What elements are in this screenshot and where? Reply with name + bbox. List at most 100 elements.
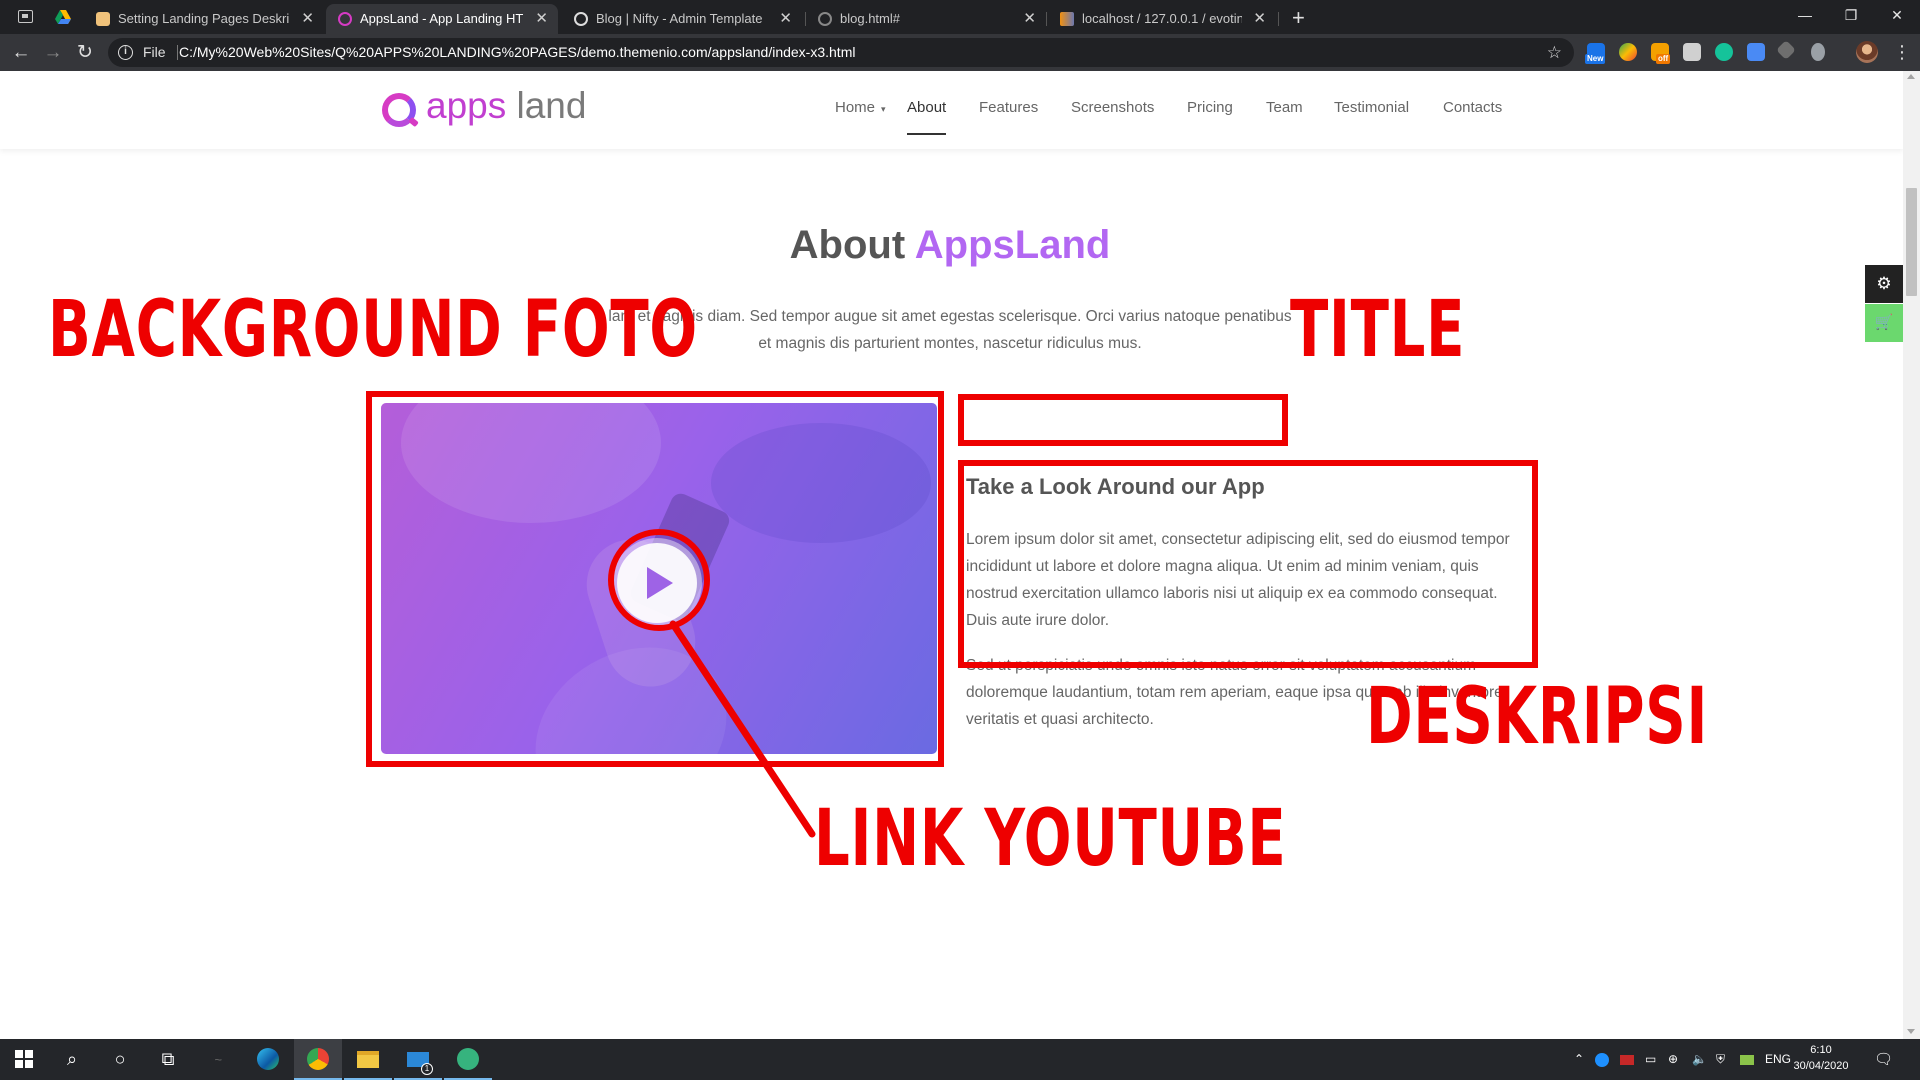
close-tab-icon[interactable]: ✕ [779,4,792,34]
back-button[interactable]: ← [6,34,36,71]
scroll-down-arrow[interactable] [1907,1029,1915,1034]
lightbulb-extension-icon[interactable] [1811,43,1825,61]
close-tab-icon[interactable]: ✕ [535,4,548,34]
address-bar[interactable]: i File C:/My%20Web%20Sites/Q%20APPS%20LA… [108,38,1574,67]
annotation-box-title [958,394,1288,446]
nav-features-label: Features [979,99,1039,116]
nav-testimonial[interactable]: Testimonial [1334,89,1409,127]
system-clock[interactable]: 6:10 30/04/2020 [1786,1042,1856,1074]
network-app-icon[interactable] [444,1039,492,1080]
settings-gear-icon[interactable]: ⚙ [1865,265,1903,303]
info-icon[interactable]: i [118,45,133,60]
section-title-part1: About [789,223,915,267]
chevron-down-icon: ▾ [881,104,886,114]
windows-taskbar: ⌕ ○ ⧉ ~ 1 ⌃ ▭ ⊕ 🔈 ⛨ ENG 6:10 30/04/2020 … [0,1039,1920,1080]
tab-appsland[interactable]: AppsLand - App Landing HTML T ✕ [326,4,558,34]
close-tab-icon[interactable]: ✕ [301,4,314,34]
tab-search-icon[interactable] [18,10,33,23]
tab-label: blog.html# [840,11,900,26]
scrollbar-thumb[interactable] [1906,188,1917,296]
tray-chevron-up-icon[interactable]: ⌃ [1574,1039,1584,1080]
edge-browser-icon[interactable] [244,1039,292,1080]
close-tab-icon[interactable]: ✕ [1253,4,1266,34]
tab-manager-extension-icon[interactable] [1683,43,1701,61]
nav-about[interactable]: About [907,89,947,135]
tab-label: Setting Landing Pages Deskripsi [118,11,290,26]
notifications-icon[interactable]: 🗨 [1874,1039,1893,1080]
site-logo[interactable]: apps land [426,83,586,129]
chrome-icon[interactable] [294,1039,342,1080]
omnibox-separator [177,45,178,60]
nav-pricing-label: Pricing [1187,99,1233,116]
page-viewport: apps land Home ▾ About Features Screensho… [0,71,1903,1039]
tab-blog-nifty[interactable]: Blog | Nifty - Admin Template ✕ [562,4,802,34]
globe-icon [818,12,832,26]
task-view-icon[interactable]: ⧉ [144,1039,192,1080]
bookmark-star-icon[interactable]: ☆ [1547,38,1562,67]
file-label: File [143,44,166,60]
section-title-highlight: AppsLand [914,223,1111,267]
tab-setting-landing-pages[interactable]: Setting Landing Pages Deskripsi ✕ [84,4,324,34]
download-extension-icon[interactable] [1747,43,1765,61]
tab-separator [1046,12,1047,26]
url-text[interactable]: C:/My%20Web%20Sites/Q%20APPS%20LANDING%2… [179,38,855,67]
profile-avatar[interactable] [1856,41,1878,63]
browser-menu-icon[interactable]: ⋮ [1892,34,1912,71]
nav-pricing[interactable]: Pricing [1187,89,1233,127]
cart-icon[interactable]: 🛒 [1865,304,1903,342]
nav-features[interactable]: Features [979,89,1038,127]
volume-icon[interactable]: 🔈 [1692,1039,1707,1080]
logo-text-land: land [506,85,587,126]
close-window-button[interactable]: ✕ [1874,0,1920,30]
tab-blog-html[interactable]: blog.html# ✕ [806,4,1046,34]
mail-icon[interactable] [394,1039,442,1080]
hand-icon [96,12,110,26]
clock-time: 6:10 [1810,1044,1832,1056]
new-tab-button[interactable]: + [1292,4,1305,32]
phpmyadmin-icon [1060,12,1074,26]
forward-button[interactable]: → [38,34,68,71]
tab-localhost-phpmyadmin[interactable]: localhost / 127.0.0.1 / evotingpki ✕ [1048,4,1276,34]
network-globe-icon[interactable]: ⊕ [1668,1039,1678,1080]
annotation-box-description [958,460,1538,668]
logo-text-apps: apps [426,85,507,126]
search-icon[interactable]: ⌕ [48,1039,96,1080]
tray-app-icon[interactable] [1595,1039,1609,1080]
nav-contacts[interactable]: Contacts [1443,89,1502,127]
tab-label: Blog | Nifty - Admin Template [596,11,763,26]
windows-start-icon[interactable] [0,1039,48,1080]
nav-home-label: Home [835,99,876,116]
color-extension-icon[interactable] [1619,43,1637,61]
scroll-up-arrow[interactable] [1907,74,1915,79]
cortana-icon[interactable]: ○ [96,1039,144,1080]
battery-icon[interactable]: ▭ [1645,1039,1656,1080]
nav-screenshots-label: Screenshots [1071,99,1155,116]
nav-team[interactable]: Team [1266,89,1303,127]
file-explorer-icon[interactable] [344,1039,392,1080]
nav-about-label: About [907,99,947,116]
clock-date: 30/04/2020 [1793,1060,1849,1072]
nav-contacts-label: Contacts [1443,99,1503,116]
google-drive-icon[interactable] [55,10,71,24]
reload-button[interactable]: ↻ [70,34,100,71]
keyboard-icon[interactable] [1740,1039,1754,1080]
nav-team-label: Team [1266,99,1303,116]
grammarly-extension-icon[interactable] [1715,43,1733,61]
extension-new-badge: New [1585,54,1606,64]
nav-home[interactable]: Home ▾ [835,89,886,127]
annotation-box-background [366,391,944,767]
security-shield-icon[interactable]: ⛨ [1716,1039,1725,1080]
globe-icon [574,12,588,26]
section-title: About AppsLand [700,223,1200,268]
nav-screenshots[interactable]: Screenshots [1071,89,1154,127]
annotation-label-title: TITLE [1290,285,1466,375]
restore-button[interactable]: ❐ [1828,0,1874,30]
annotation-label-description: DESKRIPSI [1366,672,1709,762]
appsland-logo-icon[interactable] [382,93,416,127]
close-tab-icon[interactable]: ✕ [1023,4,1036,34]
extension-off-badge: off [1656,54,1671,64]
tray-app-icon[interactable] [1620,1039,1634,1080]
tab-separator [1278,12,1279,26]
minimize-button[interactable]: — [1782,0,1828,30]
app-icon[interactable]: ~ [194,1039,242,1080]
